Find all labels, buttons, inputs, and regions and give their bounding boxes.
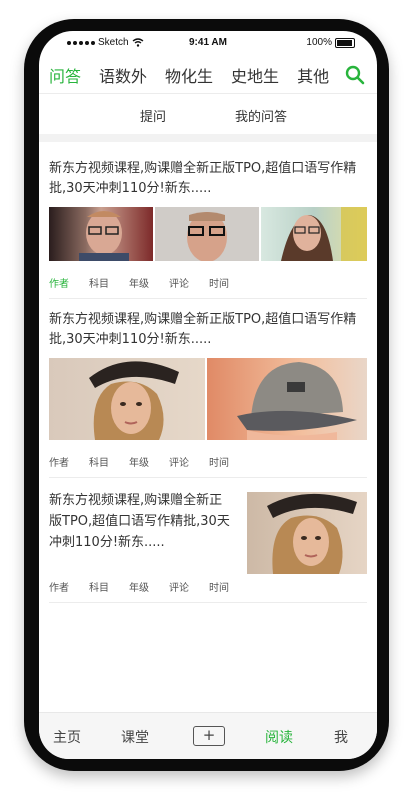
separator — [49, 602, 367, 603]
meta-time: 时间 — [209, 458, 229, 469]
post-title: 新东方视频课程,购课赠全新正版TPO,超值口语写作精批,30天冲刺110分!新东… — [49, 161, 357, 196]
battery-status: 100% — [306, 37, 355, 48]
meta-comments[interactable]: 评论 — [169, 454, 189, 469]
meta-time: 时间 — [209, 279, 229, 290]
post-card-2[interactable]: 新东方视频课程,购课赠全新正版TPO,超值口语写作精批,30天冲刺110分!新东… — [49, 310, 367, 350]
tab-qa[interactable]: 问答 — [49, 63, 81, 87]
nav-classroom[interactable]: 课堂 — [121, 727, 149, 747]
meta-author[interactable]: 作者 — [49, 454, 69, 469]
nav-reading[interactable]: 阅读 — [265, 727, 293, 747]
tab-physics-chem-bio[interactable]: 物化生 — [165, 63, 213, 87]
tab-history-geo-bio[interactable]: 史地生 — [231, 63, 279, 87]
tab-other[interactable]: 其他 — [297, 63, 329, 87]
post-title: 新东方视频课程,购课赠全新正版TPO,超值口语写作精批,30天冲刺110分!新东… — [49, 493, 230, 550]
status-bar: Sketch 9:41 AM 100% — [39, 31, 377, 53]
meta-grade: 年级 — [129, 458, 149, 469]
meta-time: 时间 — [209, 583, 229, 594]
divider — [39, 134, 377, 142]
plus-icon: + — [202, 726, 216, 744]
post-image — [207, 358, 367, 440]
tab-ask-question[interactable]: 提问 — [140, 106, 166, 125]
meta-author[interactable]: 作者 — [49, 275, 69, 290]
tab-my-answers[interactable]: 我的问答 — [235, 106, 287, 125]
meta-author[interactable]: 作者 — [49, 579, 69, 594]
search-icon[interactable] — [345, 65, 365, 85]
meta-grade: 年级 — [129, 583, 149, 594]
post-meta: 作者 科目 年级 评论 时间 — [49, 579, 367, 594]
post-image — [49, 207, 153, 261]
meta-subject: 科目 — [89, 583, 109, 594]
meta-subject: 科目 — [89, 458, 109, 469]
meta-grade: 年级 — [129, 279, 149, 290]
post-meta: 作者 科目 年级 评论 时间 — [49, 275, 367, 290]
meta-subject: 科目 — [89, 279, 109, 290]
bottom-nav: 主页 课堂 + 阅读 我 — [39, 712, 377, 759]
category-tabs: 问答 语数外 物化生 史地生 其他 — [39, 57, 377, 93]
sub-tabs: 提问 我的问答 — [39, 93, 377, 135]
post-image — [261, 207, 367, 261]
post-image — [155, 207, 259, 261]
separator — [49, 477, 367, 478]
app-screen: Sketch 9:41 AM 100% 问答 语数外 物化生 史地生 其他 提问… — [39, 31, 377, 759]
post-card-3[interactable]: 新东方视频课程,购课赠全新正版TPO,超值口语写作精批,30天冲刺110分!新东… — [49, 490, 235, 553]
meta-comments[interactable]: 评论 — [169, 579, 189, 594]
post-meta: 作者 科目 年级 评论 时间 — [49, 454, 367, 469]
post-card-1[interactable]: 新东方视频课程,购课赠全新正版TPO,超值口语写作精批,30天冲刺110分!新东… — [49, 159, 367, 199]
tab-chinese-math-english[interactable]: 语数外 — [99, 63, 147, 87]
nav-home[interactable]: 主页 — [53, 727, 81, 747]
add-button[interactable]: + — [193, 726, 225, 746]
battery-icon — [335, 37, 355, 48]
battery-percent: 100% — [306, 37, 332, 48]
nav-me[interactable]: 我 — [334, 727, 348, 747]
separator — [49, 298, 367, 299]
post-image — [49, 358, 205, 440]
post-title: 新东方视频课程,购课赠全新正版TPO,超值口语写作精批,30天冲刺110分!新东… — [49, 312, 357, 347]
post-image — [247, 492, 367, 574]
meta-comments[interactable]: 评论 — [169, 275, 189, 290]
